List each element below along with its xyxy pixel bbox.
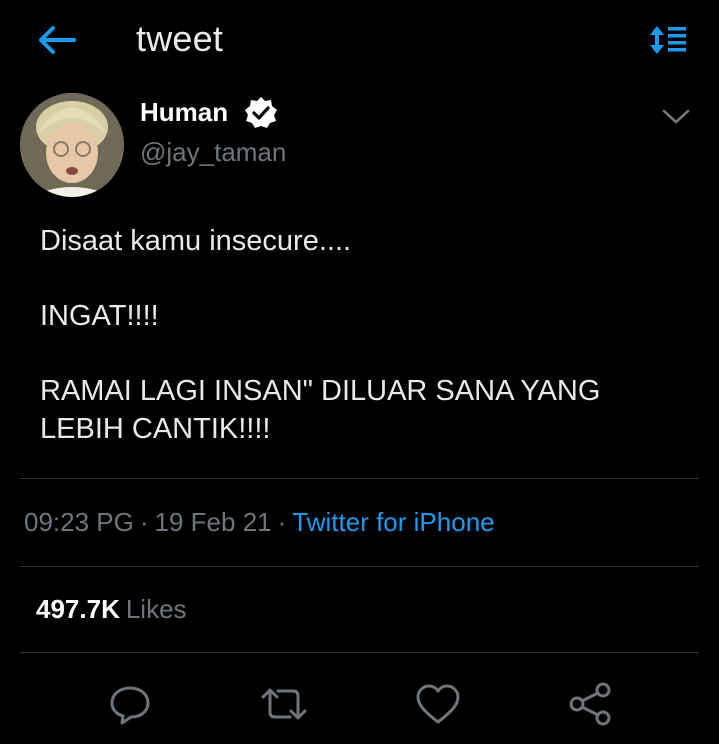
divider: [20, 478, 699, 479]
sort-button[interactable]: [646, 20, 690, 60]
likes-count: 497.7K: [36, 594, 120, 624]
tweet-text-line: RAMAI LAGI INSAN" DILUAR SANA YANG LEBIH…: [40, 375, 601, 445]
reply-button[interactable]: [106, 680, 154, 728]
retweet-button[interactable]: [260, 680, 308, 728]
sort-list-icon: [650, 26, 686, 54]
share-button[interactable]: [566, 680, 614, 728]
tweet-body: Disaat kamu insecure.... INGAT!!!! RAMAI…: [40, 222, 690, 485]
likes-label: Likes: [125, 594, 187, 624]
tweet-date: 19 Feb 21: [154, 507, 272, 537]
heart-icon: [416, 684, 460, 724]
page-title: tweet: [136, 18, 224, 59]
avatar[interactable]: [20, 93, 124, 197]
meta-separator: ·: [277, 507, 287, 537]
share-icon: [569, 682, 611, 726]
user-avatar-icon: [20, 93, 124, 197]
more-options-button[interactable]: [658, 102, 694, 132]
top-bar: tweet: [0, 0, 719, 80]
author-display-name[interactable]: Human: [140, 97, 228, 128]
likes-summary[interactable]: 497.7K Likes: [36, 594, 187, 625]
divider: [20, 566, 699, 567]
back-button[interactable]: [36, 22, 76, 58]
retweet-icon: [261, 688, 307, 720]
tweet-text-line: INGAT!!!!: [40, 300, 159, 332]
divider: [20, 652, 699, 653]
arrow-left-icon: [39, 26, 76, 54]
author-handle[interactable]: @jay_taman: [140, 137, 286, 168]
verified-badge-icon: [245, 97, 277, 128]
chevron-down-icon: [662, 109, 690, 124]
tweet-source-link[interactable]: Twitter for iPhone: [292, 507, 494, 537]
tweet-text-line: Disaat kamu insecure....: [40, 225, 352, 257]
like-button[interactable]: [414, 680, 462, 728]
tweet-time: 09:23 PG: [24, 507, 134, 537]
reply-icon: [110, 686, 150, 725]
meta-separator: ·: [139, 507, 149, 537]
tweet-metadata: 09:23 PG · 19 Feb 21 · Twitter for iPhone: [24, 507, 495, 538]
